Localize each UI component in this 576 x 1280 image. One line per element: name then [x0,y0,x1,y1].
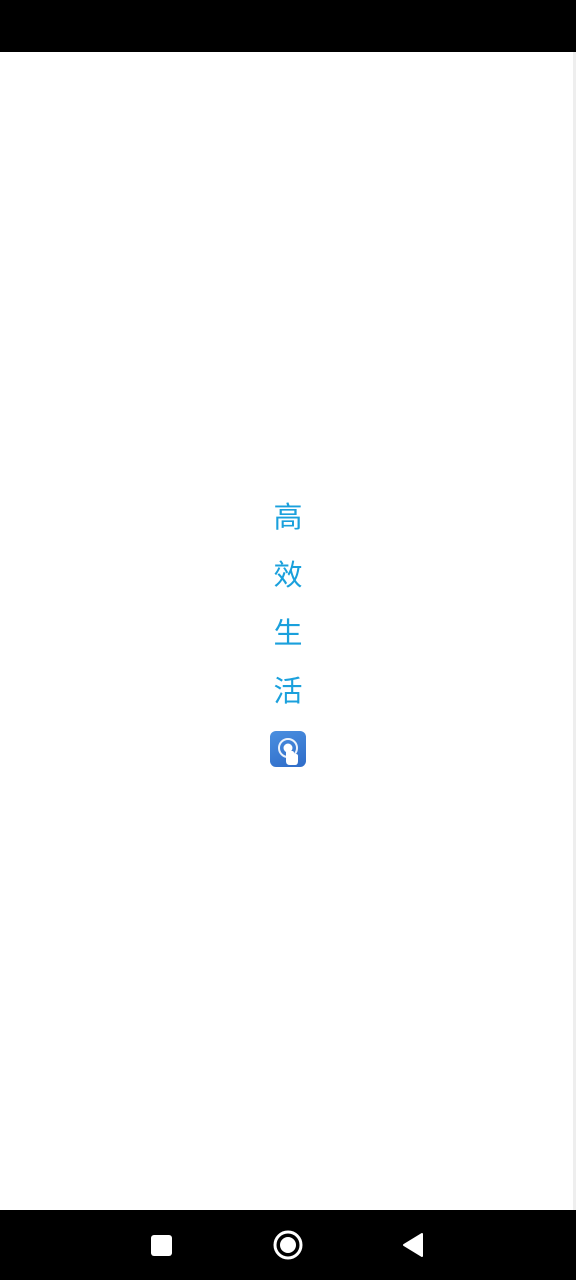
app-logo-icon [270,731,306,767]
recents-button[interactable] [126,1210,196,1280]
slogan-char-2: 效 [273,558,303,592]
slogan-char-4: 活 [273,674,303,708]
navigation-bar [0,1210,576,1280]
triangle-back-icon [403,1233,423,1257]
slogan-char-1: 高 [273,500,303,534]
circle-home-icon [273,1230,303,1260]
square-recents-icon [150,1234,172,1256]
pointer-tap-icon [278,738,298,765]
home-button[interactable] [253,1210,323,1280]
back-button[interactable] [378,1210,448,1280]
status-bar [0,0,576,52]
slogan-char-3: 生 [273,616,303,650]
slogan: 高 效 生 活 [0,488,576,720]
